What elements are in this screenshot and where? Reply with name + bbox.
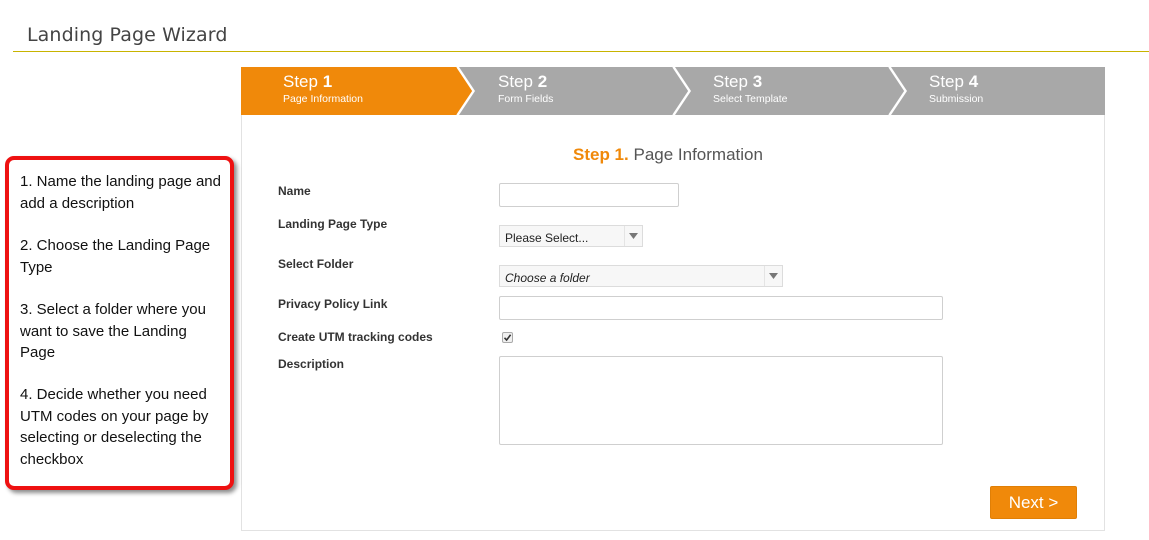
wizard-steps: Step 1 Page Information Step 2 Form Fiel…: [241, 67, 1105, 115]
name-input[interactable]: [499, 183, 679, 207]
next-button[interactable]: Next >: [990, 486, 1077, 519]
step-2-number: 2: [537, 72, 548, 91]
callout-item: 4. Decide whether you need UTM codes on …: [20, 386, 209, 468]
select-folder-label: Select Folder: [278, 257, 354, 271]
triangle-down-icon: [624, 226, 642, 246]
landing-page-type-label: Landing Page Type: [278, 217, 388, 231]
description-textarea[interactable]: [499, 356, 943, 445]
checkmark-icon: [503, 334, 512, 342]
step-2[interactable]: Step 2 Form Fields: [498, 72, 553, 105]
step-2-word: Step: [498, 72, 533, 91]
callout-item: 2. Choose the Landing Page Type: [20, 237, 211, 276]
landing-page-type-value: Please Select...: [505, 231, 589, 245]
triangle-down-icon: [764, 266, 782, 286]
step-3-subtitle: Select Template: [713, 93, 788, 105]
step-4[interactable]: Step 4 Submission: [929, 72, 983, 105]
step-4-chevron: [891, 67, 1105, 115]
step-4-word: Step: [929, 72, 964, 91]
step-3-number: 3: [752, 72, 763, 91]
folder-select[interactable]: Choose a folder: [499, 265, 783, 287]
step-1-number: 1: [322, 72, 333, 91]
privacy-policy-label: Privacy Policy Link: [278, 297, 388, 311]
section-heading: Step 1. Page Information: [573, 145, 763, 165]
step-1[interactable]: Step 1 Page Information: [283, 72, 363, 105]
form-panel: [241, 115, 1105, 531]
callout-item: 3. Select a folder where you want to sav…: [20, 301, 206, 361]
step-4-number: 4: [968, 72, 979, 91]
instruction-callout: 1. Name the landing page and add a descr…: [5, 156, 234, 490]
step-4-subtitle: Submission: [929, 93, 984, 105]
name-label: Name: [278, 184, 311, 198]
step-2-chevron: [459, 67, 689, 115]
privacy-policy-input[interactable]: [499, 296, 943, 320]
description-label: Description: [278, 357, 345, 371]
utm-label: Create UTM tracking codes: [278, 330, 433, 344]
step-3-chevron: [675, 67, 905, 115]
step-1-subtitle: Page Information: [283, 93, 363, 105]
section-heading-text: Page Information: [633, 145, 763, 164]
page-header: Landing Page Wizard: [13, 0, 1149, 52]
utm-checkbox[interactable]: [502, 332, 513, 343]
step-2-subtitle: Form Fields: [498, 93, 554, 105]
folder-select-value: Choose a folder: [505, 271, 590, 285]
landing-page-type-select[interactable]: Please Select...: [499, 225, 643, 247]
step-3[interactable]: Step 3 Select Template: [713, 72, 788, 105]
page-title: Landing Page Wizard: [27, 24, 228, 46]
callout-item: 1. Name the landing page and add a descr…: [20, 173, 221, 212]
step-3-word: Step: [713, 72, 748, 91]
step-1-word: Step: [283, 72, 318, 91]
section-heading-step: Step 1.: [573, 145, 629, 164]
